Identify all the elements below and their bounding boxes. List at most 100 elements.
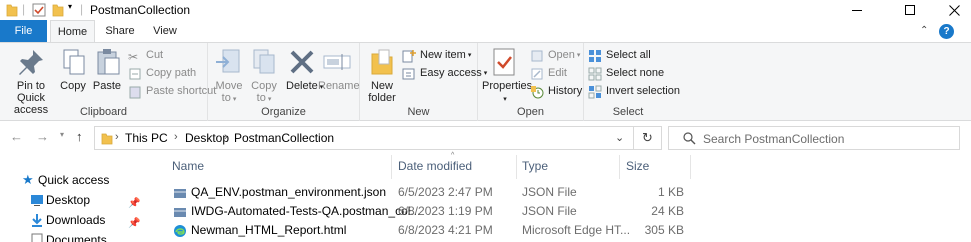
column-divider[interactable] (619, 155, 620, 179)
edge-html-file-icon (174, 225, 186, 237)
back-arrow-icon[interactable]: ← (10, 129, 23, 144)
copy-to-button[interactable]: Copy to ▾ (248, 46, 280, 106)
move-to-button[interactable]: Move to ▾ (212, 46, 246, 106)
nav-quick-access[interactable]: ★ Quick access (0, 170, 158, 190)
pin-icon (19, 50, 43, 75)
file-type: JSON File (522, 185, 577, 199)
file-size: 24 KB (651, 204, 684, 218)
move-to-icon (216, 49, 240, 73)
column-header-date[interactable]: Date modified (398, 159, 472, 177)
cut-label: Cut (146, 49, 164, 61)
help-icon[interactable]: ? (939, 24, 954, 39)
edit-icon (531, 68, 543, 79)
file-date: 6/5/2023 2:47 PM (398, 185, 493, 199)
file-name: IWDG-Automated-Tests-QA.postman_col... (191, 204, 421, 218)
folder-icon (101, 133, 113, 145)
breadcrumb-postmancollection[interactable]: PostmanCollection (234, 131, 334, 145)
history-button[interactable]: History (530, 83, 582, 100)
edit-button[interactable]: Edit (530, 65, 567, 82)
minimize-ribbon-icon[interactable]: ⌃ (920, 25, 928, 36)
organize-group-label: Organize (261, 106, 306, 118)
nav-documents[interactable]: Documents (0, 230, 158, 242)
nav-downloads-label: Downloads (46, 213, 106, 227)
properties-check-icon[interactable] (32, 3, 46, 17)
nav-downloads[interactable]: Downloads 📌 (0, 210, 158, 230)
cut-button[interactable]: ✂ Cut (128, 47, 163, 64)
copy-path-button[interactable]: Copy path (128, 65, 196, 82)
refresh-button[interactable]: ↻ (634, 126, 662, 150)
column-divider[interactable] (391, 155, 392, 179)
breadcrumb-separator-icon[interactable]: › (174, 131, 178, 143)
tab-share[interactable]: Share (98, 20, 142, 42)
json-file-icon (174, 189, 186, 198)
delete-x-icon (290, 50, 314, 74)
rename-label: Rename (318, 80, 360, 92)
history-icon (531, 85, 544, 98)
new-item-button[interactable]: New item ▾ (402, 47, 471, 64)
invert-selection-icon (588, 85, 602, 98)
column-divider[interactable] (516, 155, 517, 179)
tab-home[interactable]: Home (50, 20, 95, 43)
maximize-button[interactable] (887, 0, 933, 20)
minimize-button[interactable] (834, 0, 880, 20)
titlebar-divider: | (80, 2, 84, 16)
file-row[interactable]: IWDG-Automated-Tests-QA.postman_col... 6… (164, 202, 694, 221)
customize-quick-access-icon[interactable]: ▾ (68, 2, 72, 16)
properties-label: Properties (482, 80, 533, 92)
tab-file[interactable]: File (0, 20, 47, 42)
breadcrumb-separator-icon[interactable]: › (224, 131, 228, 143)
copy-path-icon (129, 68, 141, 79)
rename-button[interactable]: Rename (318, 46, 360, 92)
search-box[interactable]: Search PostmanCollection (668, 126, 960, 150)
move-to-label: Move to (215, 80, 243, 104)
copy-to-icon (253, 49, 275, 74)
paste-button[interactable]: Paste (92, 46, 122, 92)
address-dropdown-chevron-icon[interactable]: ⌄ (615, 131, 624, 144)
file-row[interactable]: Newman_HTML_Report.html 6/8/2023 4:21 PM… (164, 221, 694, 240)
invert-selection-label: Invert selection (606, 85, 680, 97)
downloads-icon (32, 214, 42, 227)
navigation-pane: ★ Quick access Desktop 📌 Downloads 📌 Doc… (0, 152, 158, 242)
easy-access-label: Easy access (420, 67, 482, 79)
delete-button[interactable]: Delete ▾ (286, 46, 323, 94)
tab-view[interactable]: View (143, 20, 187, 42)
address-bar[interactable]: › This PC › Desktop › PostmanCollection … (94, 126, 634, 150)
open-button[interactable]: Open ▾ (530, 47, 580, 64)
file-name: Newman_HTML_Report.html (191, 223, 347, 237)
new-folder-button[interactable]: New folder (364, 46, 400, 104)
recent-locations-chevron-icon[interactable]: ▾ (60, 130, 64, 139)
column-header-type[interactable]: Type (522, 159, 548, 177)
nav-quick-access-label: Quick access (38, 173, 110, 187)
column-divider[interactable] (690, 155, 691, 179)
file-type: Microsoft Edge HT... (522, 223, 631, 237)
minimize-icon (852, 9, 862, 11)
copy-label: Copy (60, 80, 86, 92)
sort-indicator-icon: ^ (451, 152, 455, 159)
file-row[interactable]: QA_ENV.postman_environment.json 6/5/2023… (164, 183, 694, 202)
up-arrow-icon[interactable]: ↑ (76, 129, 83, 144)
file-type: JSON File (522, 204, 577, 218)
new-folder-quick-icon[interactable] (52, 3, 64, 17)
close-button[interactable] (931, 0, 971, 20)
column-header-size[interactable]: Size (626, 159, 649, 177)
copy-button[interactable]: Copy (58, 46, 88, 92)
easy-access-icon (402, 68, 415, 79)
paste-shortcut-icon (129, 86, 141, 98)
copy-path-label: Copy path (146, 67, 197, 79)
organize-group: Move to ▾ Copy to ▾ Delete ▾ Rename Organiz… (208, 43, 360, 121)
copy-to-label: Copy to (251, 80, 277, 104)
nav-desktop[interactable]: Desktop 📌 (0, 190, 158, 210)
properties-button[interactable]: Properties ▾ (482, 46, 532, 106)
breadcrumb-desktop[interactable]: Desktop (185, 131, 229, 145)
forward-arrow-icon[interactable]: → (36, 129, 49, 144)
column-header-name[interactable]: Name (172, 159, 204, 177)
select-all-button[interactable]: Select all (588, 47, 651, 64)
file-date: 6/8/2023 1:19 PM (398, 204, 493, 218)
select-none-button[interactable]: Select none (588, 65, 664, 82)
easy-access-button[interactable]: Easy access ▾ (402, 65, 487, 82)
file-name: QA_ENV.postman_environment.json (191, 185, 386, 199)
invert-selection-button[interactable]: Invert selection (588, 83, 680, 100)
paste-shortcut-button[interactable]: Paste shortcut (128, 83, 216, 100)
breadcrumb-this-pc[interactable]: This PC (125, 131, 168, 145)
documents-icon (31, 233, 43, 242)
